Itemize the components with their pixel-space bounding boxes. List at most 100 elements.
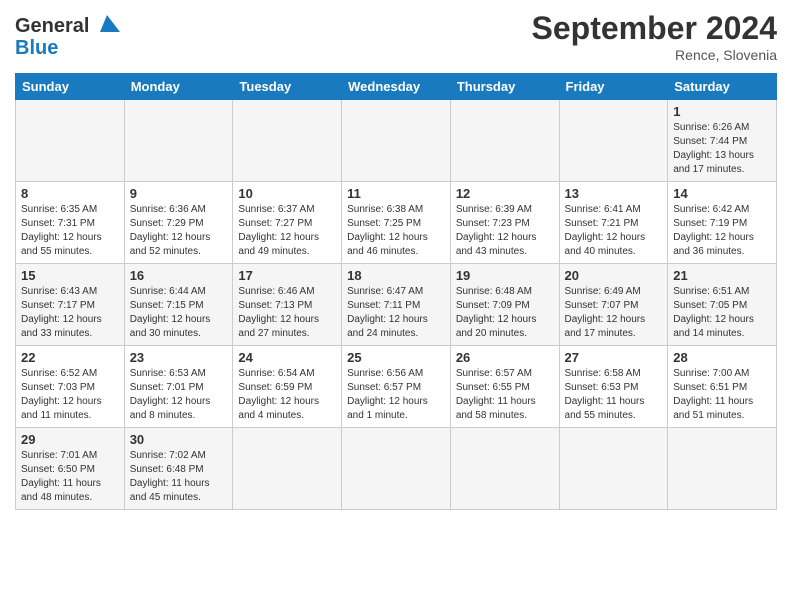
calendar-cell bbox=[668, 428, 777, 510]
day-info: Sunrise: 6:48 AMSunset: 7:09 PMDaylight:… bbox=[456, 285, 554, 341]
title-block: September 2024 Rence, Slovenia bbox=[532, 10, 777, 63]
page-header: General Blue September 2024 Rence, Slove… bbox=[15, 10, 777, 65]
calendar-cell: 27Sunrise: 6:58 AMSunset: 6:53 PMDayligh… bbox=[559, 346, 668, 428]
day-number: 17 bbox=[238, 268, 336, 283]
day-info: Sunrise: 6:35 AMSunset: 7:31 PMDaylight:… bbox=[21, 203, 119, 259]
calendar-cell: 28 Sunrise: 7:00 AMSunset: 6:51 PMDayligh… bbox=[668, 346, 777, 428]
day-number: 20 bbox=[565, 268, 663, 283]
calendar-cell: 22Sunrise: 6:52 AMSunset: 7:03 PMDayligh… bbox=[16, 346, 125, 428]
day-info: Sunrise: 6:52 AMSunset: 7:03 PMDaylight:… bbox=[21, 367, 119, 423]
page-container: General Blue September 2024 Rence, Slove… bbox=[0, 0, 792, 520]
calendar-cell: 10Sunrise: 6:37 AMSunset: 7:27 PMDayligh… bbox=[233, 182, 342, 264]
day-number: 28 bbox=[673, 350, 771, 365]
day-number: 11 bbox=[347, 186, 445, 201]
day-info: Sunrise: 6:54 AMSunset: 6:59 PMDaylight:… bbox=[238, 367, 336, 423]
day-info: Sunrise: 7:01 AMSunset: 6:50 PMDaylight:… bbox=[21, 449, 119, 505]
calendar-cell: 15 Sunrise: 6:43 AMSunset: 7:17 PMDayligh… bbox=[16, 264, 125, 346]
calendar-cell: 17 Sunrise: 6:46 AMSunset: 7:13 PMDayligh… bbox=[233, 264, 342, 346]
table-row: 15 Sunrise: 6:43 AMSunset: 7:17 PMDayligh… bbox=[16, 264, 777, 346]
day-number: 26 bbox=[456, 350, 554, 365]
col-wednesday: Wednesday bbox=[342, 74, 451, 100]
day-info: Sunrise: 6:56 AMSunset: 6:57 PMDaylight:… bbox=[347, 367, 445, 423]
calendar-table: Sunday Monday Tuesday Wednesday Thursday… bbox=[15, 73, 777, 510]
table-row: 29 Sunrise: 7:01 AMSunset: 6:50 PMDayligh… bbox=[16, 428, 777, 510]
day-info: Sunrise: 7:02 AMSunset: 6:48 PMDaylight:… bbox=[130, 449, 228, 505]
calendar-cell bbox=[124, 100, 233, 182]
calendar-cell bbox=[233, 428, 342, 510]
day-number: 14 bbox=[673, 186, 771, 201]
calendar-cell: 11 Sunrise: 6:38 AMSunset: 7:25 PMDayligh… bbox=[342, 182, 451, 264]
calendar-cell bbox=[450, 428, 559, 510]
calendar-cell: 26 Sunrise: 6:57 AMSunset: 6:55 PMDayligh… bbox=[450, 346, 559, 428]
calendar-cell: 21 Sunrise: 6:51 AMSunset: 7:05 PMDayligh… bbox=[668, 264, 777, 346]
month-title: September 2024 bbox=[532, 10, 777, 47]
calendar-cell: 1 Sunrise: 6:26 AMSunset: 7:44 PMDaylight… bbox=[668, 100, 777, 182]
table-row: 8 Sunrise: 6:35 AMSunset: 7:31 PMDaylight… bbox=[16, 182, 777, 264]
day-number: 1 bbox=[673, 104, 771, 119]
col-friday: Friday bbox=[559, 74, 668, 100]
day-info: Sunrise: 6:51 AMSunset: 7:05 PMDaylight:… bbox=[673, 285, 771, 341]
svg-text:Blue: Blue bbox=[15, 37, 58, 59]
day-info: Sunrise: 6:42 AMSunset: 7:19 PMDaylight:… bbox=[673, 203, 771, 259]
calendar-cell: 8 Sunrise: 6:35 AMSunset: 7:31 PMDaylight… bbox=[16, 182, 125, 264]
calendar-cell: 18Sunrise: 6:47 AMSunset: 7:11 PMDayligh… bbox=[342, 264, 451, 346]
col-thursday: Thursday bbox=[450, 74, 559, 100]
day-number: 29 bbox=[21, 432, 119, 447]
calendar-cell: 9 Sunrise: 6:36 AMSunset: 7:29 PMDaylight… bbox=[124, 182, 233, 264]
calendar-cell bbox=[450, 100, 559, 182]
calendar-cell bbox=[342, 428, 451, 510]
day-number: 9 bbox=[130, 186, 228, 201]
location: Rence, Slovenia bbox=[532, 47, 777, 63]
calendar-cell: 25 Sunrise: 6:56 AMSunset: 6:57 PMDayligh… bbox=[342, 346, 451, 428]
calendar-cell bbox=[559, 428, 668, 510]
calendar-cell bbox=[342, 100, 451, 182]
logo: General Blue bbox=[15, 10, 125, 65]
calendar-cell: 29 Sunrise: 7:01 AMSunset: 6:50 PMDayligh… bbox=[16, 428, 125, 510]
calendar-cell bbox=[16, 100, 125, 182]
calendar-cell: 12 Sunrise: 6:39 AMSunset: 7:23 PMDayligh… bbox=[450, 182, 559, 264]
calendar-cell: 14 Sunrise: 6:42 AMSunset: 7:19 PMDayligh… bbox=[668, 182, 777, 264]
logo-icon: General Blue bbox=[15, 10, 125, 65]
col-saturday: Saturday bbox=[668, 74, 777, 100]
day-info: Sunrise: 6:41 AMSunset: 7:21 PMDaylight:… bbox=[565, 203, 663, 259]
day-number: 25 bbox=[347, 350, 445, 365]
calendar-cell: 19 Sunrise: 6:48 AMSunset: 7:09 PMDayligh… bbox=[450, 264, 559, 346]
day-info: Sunrise: 6:38 AMSunset: 7:25 PMDaylight:… bbox=[347, 203, 445, 259]
day-number: 19 bbox=[456, 268, 554, 283]
calendar-cell: 23 Sunrise: 6:53 AMSunset: 7:01 PMDayligh… bbox=[124, 346, 233, 428]
day-number: 16 bbox=[130, 268, 228, 283]
calendar-cell: 24 Sunrise: 6:54 AMSunset: 6:59 PMDayligh… bbox=[233, 346, 342, 428]
calendar-cell bbox=[233, 100, 342, 182]
day-info: Sunrise: 7:00 AMSunset: 6:51 PMDaylight:… bbox=[673, 367, 771, 423]
day-info: Sunrise: 6:58 AMSunset: 6:53 PMDaylight:… bbox=[565, 367, 663, 423]
day-number: 21 bbox=[673, 268, 771, 283]
day-info: Sunrise: 6:49 AMSunset: 7:07 PMDaylight:… bbox=[565, 285, 663, 341]
day-number: 13 bbox=[565, 186, 663, 201]
day-number: 23 bbox=[130, 350, 228, 365]
day-number: 15 bbox=[21, 268, 119, 283]
calendar-cell bbox=[559, 100, 668, 182]
col-sunday: Sunday bbox=[16, 74, 125, 100]
day-number: 24 bbox=[238, 350, 336, 365]
col-tuesday: Tuesday bbox=[233, 74, 342, 100]
day-info: Sunrise: 6:46 AMSunset: 7:13 PMDaylight:… bbox=[238, 285, 336, 341]
col-monday: Monday bbox=[124, 74, 233, 100]
calendar-cell: 13 Sunrise: 6:41 AMSunset: 7:21 PMDayligh… bbox=[559, 182, 668, 264]
table-row: 1 Sunrise: 6:26 AMSunset: 7:44 PMDaylight… bbox=[16, 100, 777, 182]
header-row: Sunday Monday Tuesday Wednesday Thursday… bbox=[16, 74, 777, 100]
day-number: 8 bbox=[21, 186, 119, 201]
day-info: Sunrise: 6:39 AMSunset: 7:23 PMDaylight:… bbox=[456, 203, 554, 259]
day-info: Sunrise: 6:57 AMSunset: 6:55 PMDaylight:… bbox=[456, 367, 554, 423]
day-info: Sunrise: 6:44 AMSunset: 7:15 PMDaylight:… bbox=[130, 285, 228, 341]
calendar-cell: 30 Sunrise: 7:02 AMSunset: 6:48 PMDayligh… bbox=[124, 428, 233, 510]
day-info: Sunrise: 6:26 AMSunset: 7:44 PMDaylight:… bbox=[673, 121, 771, 177]
day-info: Sunrise: 6:43 AMSunset: 7:17 PMDaylight:… bbox=[21, 285, 119, 341]
calendar-cell: 16 Sunrise: 6:44 AMSunset: 7:15 PMDayligh… bbox=[124, 264, 233, 346]
day-info: Sunrise: 6:36 AMSunset: 7:29 PMDaylight:… bbox=[130, 203, 228, 259]
day-info: Sunrise: 6:37 AMSunset: 7:27 PMDaylight:… bbox=[238, 203, 336, 259]
day-number: 30 bbox=[130, 432, 228, 447]
day-number: 12 bbox=[456, 186, 554, 201]
day-info: Sunrise: 6:47 AMSunset: 7:11 PMDaylight:… bbox=[347, 285, 445, 341]
day-info: Sunrise: 6:53 AMSunset: 7:01 PMDaylight:… bbox=[130, 367, 228, 423]
table-row: 22Sunrise: 6:52 AMSunset: 7:03 PMDayligh… bbox=[16, 346, 777, 428]
